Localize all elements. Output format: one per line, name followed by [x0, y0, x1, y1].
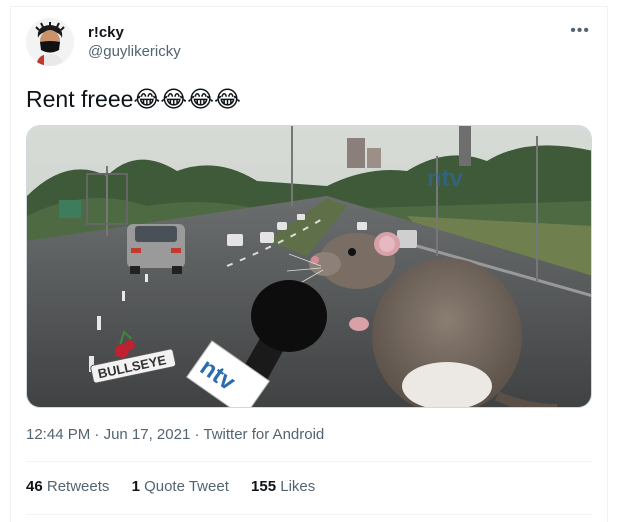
tweet-stats: 46 Retweets 1 Quote Tweet 155 Likes	[26, 478, 333, 495]
tweet-date[interactable]: Jun 17, 2021	[104, 426, 191, 443]
divider	[26, 461, 592, 462]
ntv-watermark: ntv	[427, 165, 464, 192]
avatar-icon	[26, 18, 74, 66]
media-image: ntv ntv BULLSEYE	[27, 126, 591, 407]
meta-separator: ·	[190, 426, 204, 443]
tweet-media[interactable]: ntv ntv BULLSEYE	[26, 125, 592, 408]
tweet-meta: 12:44 PM · Jun 17, 2021 · Twitter for An…	[26, 426, 324, 443]
display-name[interactable]: r!cky	[88, 24, 181, 42]
tweet-time[interactable]: 12:44 PM	[26, 426, 90, 443]
tweet-source[interactable]: Twitter for Android	[203, 426, 324, 443]
avatar[interactable]	[26, 18, 74, 66]
more-icon[interactable]: •••	[570, 22, 590, 40]
user-names: r!cky @guylikericky	[88, 24, 181, 62]
tweet-text: Rent freee😂😂😂😂	[26, 86, 241, 112]
divider	[26, 514, 592, 515]
svg-text:ntv: ntv	[427, 165, 464, 192]
likes-stat[interactable]: 155 Likes	[251, 478, 315, 495]
retweets-stat[interactable]: 46 Retweets	[26, 478, 109, 495]
quotes-stat[interactable]: 1 Quote Tweet	[132, 478, 229, 495]
user-handle[interactable]: @guylikericky	[88, 42, 181, 62]
meta-separator: ·	[90, 426, 104, 443]
